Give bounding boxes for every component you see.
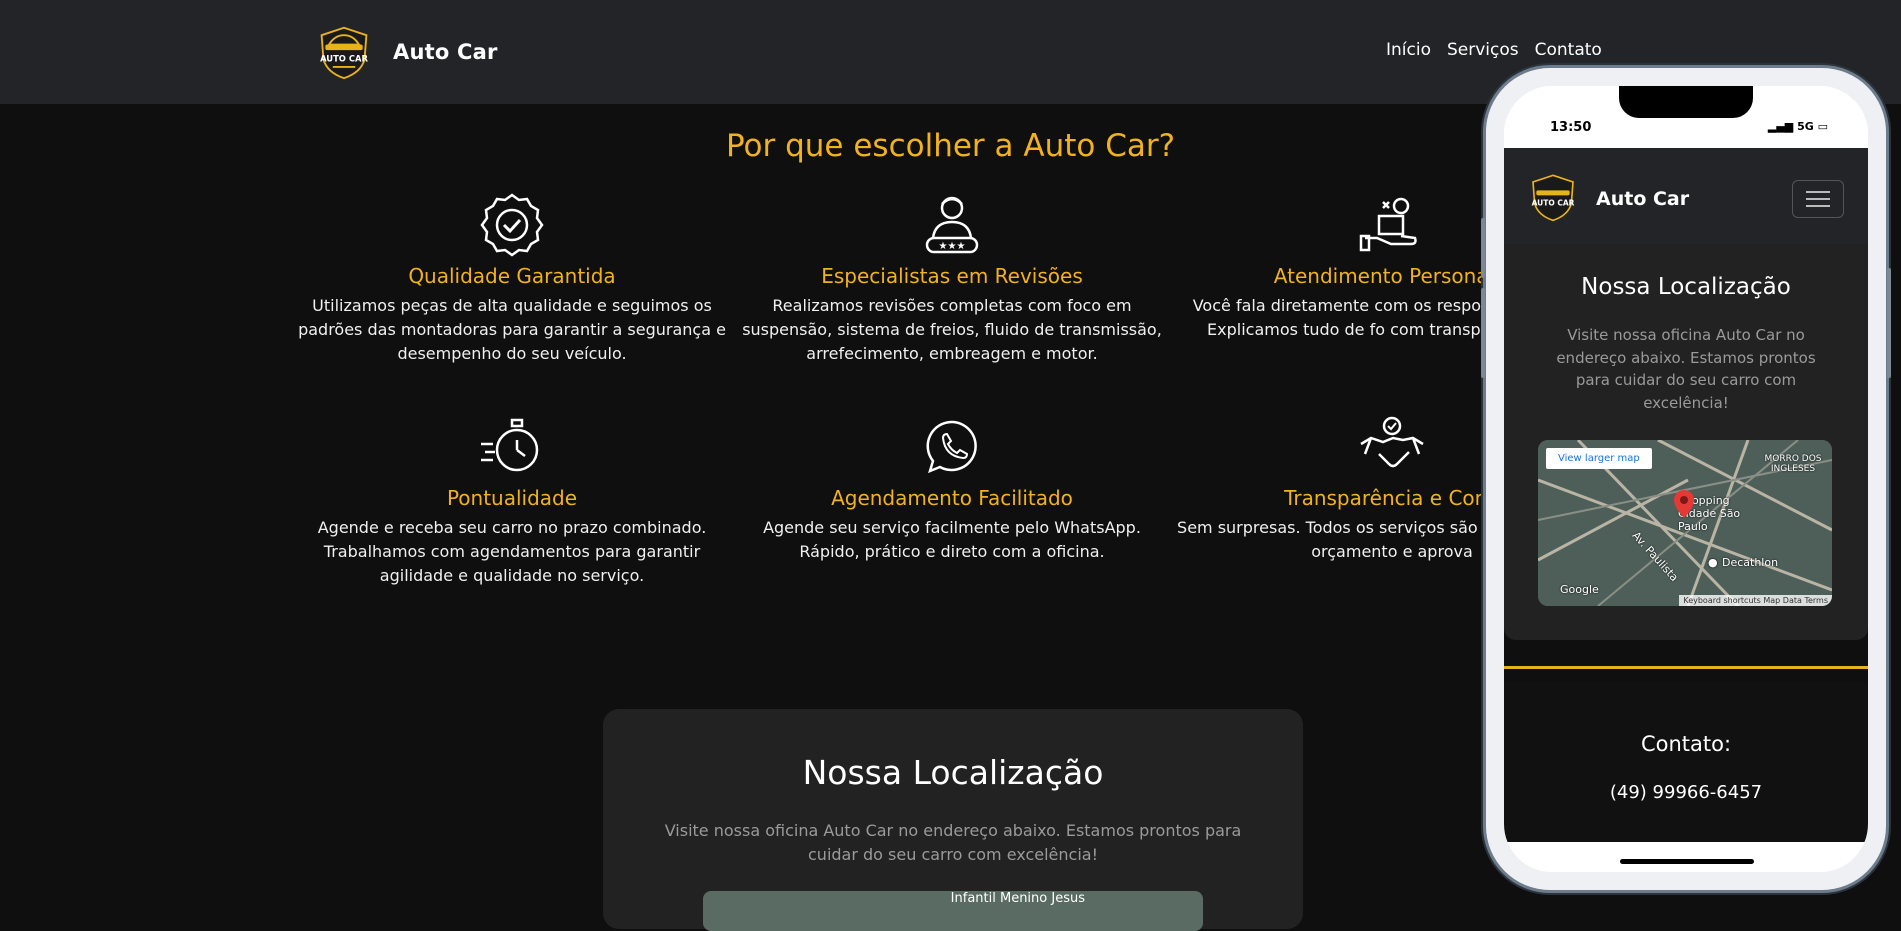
status-time: 13:50	[1550, 120, 1592, 135]
quality-badge-icon	[480, 193, 544, 257]
stopwatch-icon	[481, 418, 539, 472]
feature-specialist: ★★★ Especialistas em Revisões Realizamos…	[737, 192, 1167, 366]
phone-bottom-area	[1504, 842, 1868, 872]
map-store-pin-icon[interactable]: ●	[1708, 556, 1718, 569]
phone-screen: 13:50 ▂▄▆ 5G ▭ AUTO CAR Auto Car Nossa L…	[1504, 86, 1868, 872]
feature-scheduling: Agendamento Facilitado Agende seu serviç…	[737, 414, 1167, 564]
location-text: Visite nossa oficina Auto Car no endereç…	[664, 821, 1242, 864]
mobile-location-card: Nossa Localização Visite nossa oficina A…	[1504, 244, 1868, 640]
auto-car-logo[interactable]: AUTO CAR	[1528, 172, 1578, 222]
map-footer-links[interactable]: Keyboard shortcuts Map Data Terms	[1679, 595, 1832, 606]
svg-text:★★★: ★★★	[939, 241, 966, 252]
phone-status-bar: 13:50 ▂▄▆ 5G ▭	[1504, 86, 1868, 148]
phone-side-button	[1887, 268, 1891, 378]
location-map[interactable]: Infantil Menino Jesus	[703, 891, 1203, 931]
logo-text: AUTO CAR	[1532, 198, 1575, 207]
feature-title: Agendamento Facilitado	[831, 486, 1073, 510]
contact-title: Contato:	[1640, 732, 1732, 756]
whatsapp-icon	[926, 420, 977, 474]
brand-name: Auto Car	[393, 40, 498, 64]
map-store-label: Decathlon	[1722, 556, 1779, 569]
brand-link[interactable]: AUTO CAR Auto Car	[315, 24, 498, 80]
handshake-icon	[1360, 416, 1424, 468]
mobile-location-text: Visite nossa oficina Auto Car no endereç…	[1556, 326, 1816, 412]
phone-mockup: 13:50 ▂▄▆ 5G ▭ AUTO CAR Auto Car Nossa L…	[1481, 68, 1891, 890]
dynamic-island	[1619, 86, 1753, 118]
feature-title: Pontualidade	[446, 486, 578, 510]
nav-inicio[interactable]: Início	[1386, 40, 1431, 60]
location-card: Nossa Localização Visite nossa oficina A…	[603, 709, 1303, 931]
feature-title: Especialistas em Revisões	[821, 264, 1083, 288]
signal-icon: ▂▄▆ 5G ▭	[1767, 120, 1828, 133]
hamburger-menu-icon[interactable]	[1792, 180, 1844, 218]
phone-side-button	[1481, 288, 1485, 378]
feature-text: Realizamos revisões completas com foco e…	[742, 296, 1162, 363]
phone-side-button	[1481, 218, 1485, 278]
map-area-label: MORRO DOS INGLESES	[1764, 454, 1822, 474]
logo-text: AUTO CAR	[320, 53, 368, 63]
nav-servicos[interactable]: Serviços	[1447, 40, 1519, 60]
google-logo: Google	[1560, 583, 1599, 596]
network-label: 5G	[1797, 120, 1814, 133]
main-nav: Início Serviços Contato	[1386, 40, 1602, 60]
feature-quality: Qualidade Garantida Utilizamos peças de …	[297, 192, 727, 366]
mobile-contact-section: Contato: (49) 99966-6457	[1504, 682, 1868, 842]
location-title: Nossa Localização	[802, 753, 1104, 792]
feature-text: Agende seu serviço facilmente pelo Whats…	[763, 518, 1141, 561]
mobile-header: AUTO CAR Auto Car	[1504, 148, 1868, 244]
specialist-icon: ★★★	[925, 196, 979, 254]
feature-text: Agende e receba seu carro no prazo combi…	[317, 518, 707, 585]
mobile-divider	[1504, 666, 1868, 669]
nav-contato[interactable]: Contato	[1535, 40, 1602, 60]
home-indicator[interactable]	[1620, 859, 1754, 864]
mobile-map[interactable]: View larger map MORRO DOS INGLESES Shopp…	[1538, 440, 1832, 606]
contact-phone[interactable]: (49) 99966-6457	[1504, 782, 1868, 803]
feature-punctuality: Pontualidade Agende e receba seu carro n…	[297, 414, 727, 588]
feature-title: Qualidade Garantida	[408, 264, 616, 288]
mobile-brand-name[interactable]: Auto Car	[1596, 188, 1689, 210]
view-larger-map-link[interactable]: View larger map	[1546, 448, 1652, 469]
personal-service-icon	[1359, 197, 1417, 252]
map-pin-icon[interactable]	[1674, 490, 1694, 518]
auto-car-logo: AUTO CAR	[320, 26, 368, 80]
feature-text: Utilizamos peças de alta qualidade e seg…	[298, 296, 726, 363]
mobile-location-title: Nossa Localização	[1581, 274, 1791, 300]
